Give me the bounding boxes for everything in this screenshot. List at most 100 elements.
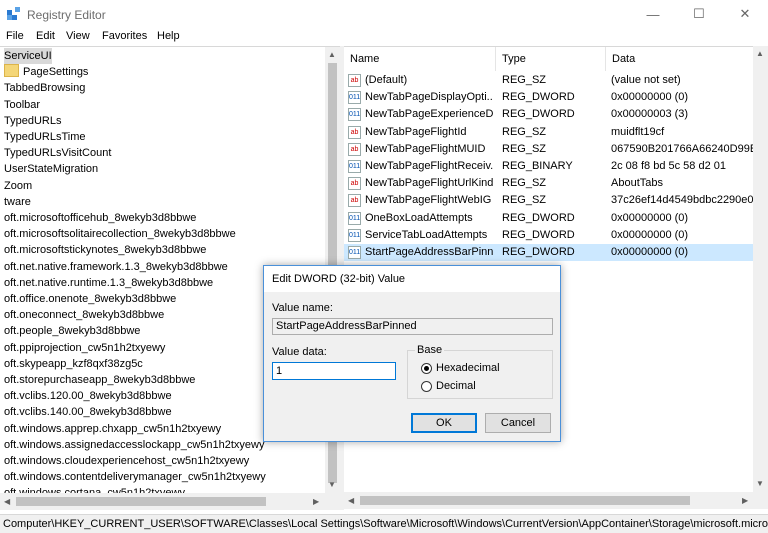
menu-file[interactable]: File [6, 30, 24, 42]
tree-item[interactable]: oft.net.native.runtime.1.3_8wekyb3d8bbwe [4, 275, 213, 291]
tree-item[interactable]: oft.windows.assignedaccesslockapp_cw5n1h… [4, 437, 264, 453]
value-data: AboutTabs [611, 177, 663, 190]
tree-hscroll-thumb[interactable] [16, 497, 266, 506]
tree-item[interactable]: oft.oneconnect_8wekyb3d8bbwe [4, 307, 164, 323]
scroll-down-icon[interactable]: ▼ [756, 479, 764, 488]
value-type: REG_DWORD [502, 108, 575, 121]
tree-horizontal-scrollbar[interactable]: ◀ ▶ [0, 493, 340, 510]
value-name: NewTabPageFlightReceiv... [365, 160, 493, 172]
value-name: OneBoxLoadAttempts [365, 211, 473, 224]
tree-item[interactable]: oft.microsoftstickynotes_8wekyb3d8bbwe [4, 242, 206, 258]
tree-item[interactable]: TabbedBrowsing [4, 80, 85, 96]
value-name: NewTabPageFlightWebIG [365, 194, 492, 207]
scroll-left-icon[interactable]: ◀ [348, 496, 354, 505]
value-name: NewTabPageFlightUrlKind [365, 177, 493, 190]
menu-view[interactable]: View [66, 30, 90, 42]
value-type: REG_SZ [502, 125, 547, 138]
tree-item[interactable]: oft.windows.cloudexperiencehost_cw5n1h2t… [4, 453, 249, 469]
scroll-right-icon[interactable]: ▶ [742, 496, 748, 505]
tree-item[interactable]: oft.microsoftsolitairecollection_8wekyb3… [4, 226, 236, 242]
tree-item[interactable]: oft.skypeapp_kzf8qxf38zg5c [4, 356, 143, 372]
value-row[interactable]: 011 ServiceTabLoadAttempts REG_DWORD 0x0000… [344, 227, 768, 244]
tree-item[interactable]: oft.ppiprojection_cw5n1h2txyewy [4, 340, 165, 356]
close-button[interactable]: ✕ [722, 0, 768, 28]
tree-item-label: oft.office.onenote_8wekyb3d8bbwe [4, 293, 177, 305]
tree-item[interactable]: oft.people_8wekyb3d8bbwe [4, 323, 140, 339]
scroll-down-icon[interactable]: ▼ [328, 480, 336, 489]
base-label: Base [415, 344, 445, 356]
value-type: REG_DWORD [502, 211, 575, 224]
value-row[interactable]: ab NewTabPageFlightId REG_SZ muidflt19cf [344, 124, 768, 141]
cancel-button[interactable]: Cancel [485, 413, 551, 433]
decimal-radio[interactable] [421, 381, 432, 392]
value-row[interactable]: 011 OneBoxLoadAttempts REG_DWORD 0x00000000… [344, 210, 768, 227]
tree-item[interactable]: tware [4, 194, 31, 210]
hexadecimal-radio[interactable] [421, 363, 432, 374]
tree-item[interactable]: oft.storepurchaseapp_8wekyb3d8bbwe [4, 372, 195, 388]
tree-item-label: oft.windows.contentdeliverymanager_cw5n1… [4, 471, 266, 484]
decimal-label[interactable]: Decimal [436, 380, 476, 392]
value-name: NewTabPageFlightMUID [365, 142, 486, 155]
value-row[interactable]: ab (Default) REG_SZ (value not set) [344, 72, 768, 89]
tree-item[interactable]: TypedURLsVisitCount [4, 145, 111, 161]
tree-item[interactable]: Toolbar [4, 97, 40, 113]
tree-item[interactable]: TypedURLs [4, 113, 61, 129]
tree-item[interactable]: oft.net.native.framework.1.3_8wekyb3d8bb… [4, 259, 228, 275]
tree-item[interactable]: PageSettings [4, 64, 88, 80]
tree-item-label: TypedURLsTime [4, 131, 86, 143]
tree-item[interactable]: oft.windows.apprep.chxapp_cw5n1h2txyewy [4, 421, 221, 437]
tree-item[interactable]: UserStateMigration [4, 161, 98, 177]
value-type: REG_SZ [502, 74, 547, 86]
tree-item-label: Toolbar [4, 98, 41, 111]
value-name: (Default) [365, 74, 408, 86]
tree-item[interactable]: oft.vclibs.140.00_8wekyb3d8bbwe [4, 404, 172, 420]
value-data: 0x00000000 (0) [611, 246, 689, 258]
string-value-icon: ab [348, 177, 361, 191]
column-header-type[interactable]: Type [496, 47, 606, 71]
tree-item[interactable]: Zoom [4, 178, 32, 194]
scroll-left-icon[interactable]: ◀ [4, 497, 10, 506]
scroll-up-icon[interactable]: ▲ [756, 49, 764, 58]
string-value-icon: ab [348, 74, 361, 87]
tree-item-label: PageSettings [23, 66, 89, 79]
maximize-button[interactable]: ☐ [676, 0, 722, 28]
tree-item[interactable]: ServiceUI [4, 48, 52, 64]
string-value-icon: ab [348, 194, 361, 208]
values-horizontal-scrollbar[interactable]: ◀ ▶ [344, 492, 768, 509]
tree-item[interactable]: oft.microsoftofficehub_8wekyb3d8bbwe [4, 210, 196, 226]
tree-item[interactable]: oft.windows.contentdeliverymanager_cw5n1… [4, 469, 266, 485]
value-data-input[interactable]: 1 [272, 362, 396, 380]
menu-help[interactable]: Help [157, 30, 180, 42]
edit-dword-dialog: Edit DWORD (32-bit) Value Value name: St… [263, 265, 561, 442]
ok-button[interactable]: OK [411, 413, 477, 433]
binary-value-icon: 011 [348, 160, 361, 173]
column-header-name[interactable]: Name [344, 47, 496, 71]
value-type: REG_DWORD [502, 246, 575, 258]
values-hscroll-thumb[interactable] [360, 496, 690, 505]
tree-item[interactable]: oft.vclibs.120.00_8wekyb3d8bbwe [4, 388, 172, 404]
value-row[interactable]: ab NewTabPageFlightUrlKind REG_SZ AboutTabs [344, 175, 768, 192]
tree-item[interactable]: oft.office.onenote_8wekyb3d8bbwe [4, 291, 176, 307]
scroll-up-icon[interactable]: ▲ [328, 50, 336, 59]
tree-item-label: TypedURLs [4, 114, 62, 127]
value-row[interactable]: ab NewTabPageFlightWebIG REG_SZ 37c26ef14d4… [344, 192, 768, 209]
binary-value-icon: 011 [348, 246, 361, 259]
tree-item[interactable]: TypedURLsTime [4, 129, 86, 145]
value-row[interactable]: ab NewTabPageFlightMUID REG_SZ 067590B20176… [344, 141, 768, 158]
values-vertical-scrollbar[interactable]: ▲ ▼ [753, 46, 768, 492]
tree-item-label: oft.windows.apprep.chxapp_cw5n1h2txyewy [4, 422, 222, 435]
hexadecimal-label[interactable]: Hexadecimal [436, 362, 500, 374]
minimize-button[interactable]: — [630, 0, 676, 28]
status-bar-path: Computer\HKEY_CURRENT_USER\SOFTWARE\Clas… [0, 514, 768, 533]
menu-edit[interactable]: Edit [36, 30, 55, 42]
scroll-right-icon[interactable]: ▶ [313, 497, 319, 506]
value-row[interactable]: 011 StartPageAddressBarPinn... REG_DWORD 0x… [344, 244, 768, 261]
menu-favorites[interactable]: Favorites [102, 30, 147, 42]
value-row[interactable]: 011 NewTabPageExperienceD... REG_DWORD 0x00… [344, 106, 768, 123]
column-header-data[interactable]: Data [606, 47, 768, 71]
value-row[interactable]: 011 NewTabPageDisplayOpti... REG_DWORD 0x00… [344, 89, 768, 106]
tree-item-label: oft.people_8wekyb3d8bbwe [4, 325, 141, 338]
tree-item-label: oft.vclibs.120.00_8wekyb3d8bbwe [4, 390, 172, 403]
menu-bar: File Edit View Favorites Help [0, 28, 768, 46]
value-row[interactable]: 011 NewTabPageFlightReceiv... REG_BINARY 2c… [344, 158, 768, 175]
